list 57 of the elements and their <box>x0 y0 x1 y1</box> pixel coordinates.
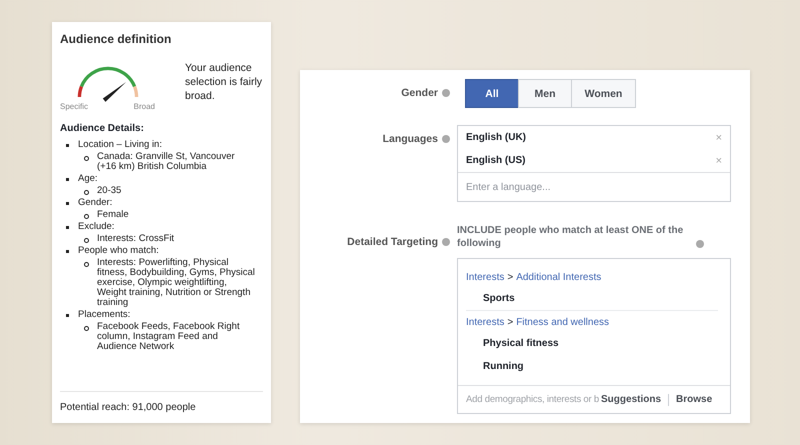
bullet-icon <box>66 250 69 253</box>
gauge-label: Specific <box>60 102 88 111</box>
bullet-icon <box>66 144 69 147</box>
gender-option[interactable]: All <box>465 79 519 108</box>
card-title: Audience definition <box>60 32 172 46</box>
bullet-icon <box>84 190 89 195</box>
bullet-icon <box>84 326 89 331</box>
bullet-icon <box>66 178 69 181</box>
category-link[interactable]: Interests <box>466 316 504 328</box>
language-tag: English (UK) <box>466 132 526 143</box>
detail-label: Placements: <box>78 309 130 320</box>
targeting-item: Running <box>482 360 525 374</box>
detail-value: Facebook Feeds, Facebook Right column, Instagram Feed and Audience Network <box>97 322 241 352</box>
targeting-item: Sports <box>482 292 516 306</box>
detail-label: Exclude: <box>78 221 114 232</box>
language-field[interactable]: English (UK) × English (US) × Enter a language... <box>457 125 731 202</box>
detail-value: 20-35 <box>97 186 122 196</box>
info-icon <box>442 89 450 97</box>
detail-value: Interests: Powerlifting, Physical fitness, Bodybuilding, Gyms, Physical exercise, Olympic weightlifting, Weight training, Nutrition or Strength training <box>97 258 255 308</box>
detail-label: Gender: <box>78 197 112 208</box>
language-tag: English (US) <box>466 155 526 166</box>
audience-summary: Your audience selection is fairly broad. <box>185 61 263 104</box>
info-icon <box>442 238 450 246</box>
gender-option[interactable]: Women <box>571 79 636 108</box>
targeting-intro: INCLUDE people who match at least ONE of the following <box>457 224 684 250</box>
detail-value: Canada: Granville St, Vancouver (+16 km) British Columbia <box>97 152 236 172</box>
field-label: Languages <box>382 133 438 145</box>
info-icon <box>696 240 704 248</box>
category-link[interactable]: Additional Interests <box>516 272 602 282</box>
bullet-icon <box>66 202 69 205</box>
bullet-icon <box>84 262 89 267</box>
detail-label: Age: <box>78 173 98 184</box>
potential-reach: Potential reach: 91,000 people <box>60 391 263 413</box>
bullet-icon <box>84 214 89 219</box>
category-link[interactable]: Fitness and wellness <box>516 316 610 328</box>
bullet-icon <box>66 314 69 317</box>
info-icon <box>442 135 450 143</box>
detail-value: Interests: CrossFit <box>97 234 176 244</box>
targeting-link[interactable]: Browse <box>676 394 712 405</box>
field-label: Detailed Targeting <box>347 236 438 248</box>
gauge-label: Broad <box>134 102 155 111</box>
detail-value: Female <box>97 210 130 220</box>
targeting-placeholder: Add demographics, interests or b <box>466 394 600 405</box>
bullet-icon <box>66 226 69 229</box>
targeting-item: Physical fitness <box>482 337 560 351</box>
category-link[interactable]: Interests <box>466 272 504 282</box>
targeting-field[interactable]: Interests > Additional Interests Sports Interests > Fitness and wellness Physical fitness Running Add demographics, interests or b Suggestions Browse <box>457 258 731 414</box>
detail-label: Location – Living in: <box>78 139 162 150</box>
bullet-icon <box>84 156 89 161</box>
gender-option[interactable]: Men <box>518 79 572 108</box>
details-heading: Audience Details: <box>60 123 145 134</box>
field-label: Gender <box>401 87 438 99</box>
detail-label: People who match: <box>78 245 159 256</box>
path-separator: > <box>507 316 514 328</box>
path-separator: > <box>507 272 514 282</box>
bullet-icon <box>84 238 89 243</box>
targeting-link[interactable]: Suggestions <box>601 394 662 405</box>
